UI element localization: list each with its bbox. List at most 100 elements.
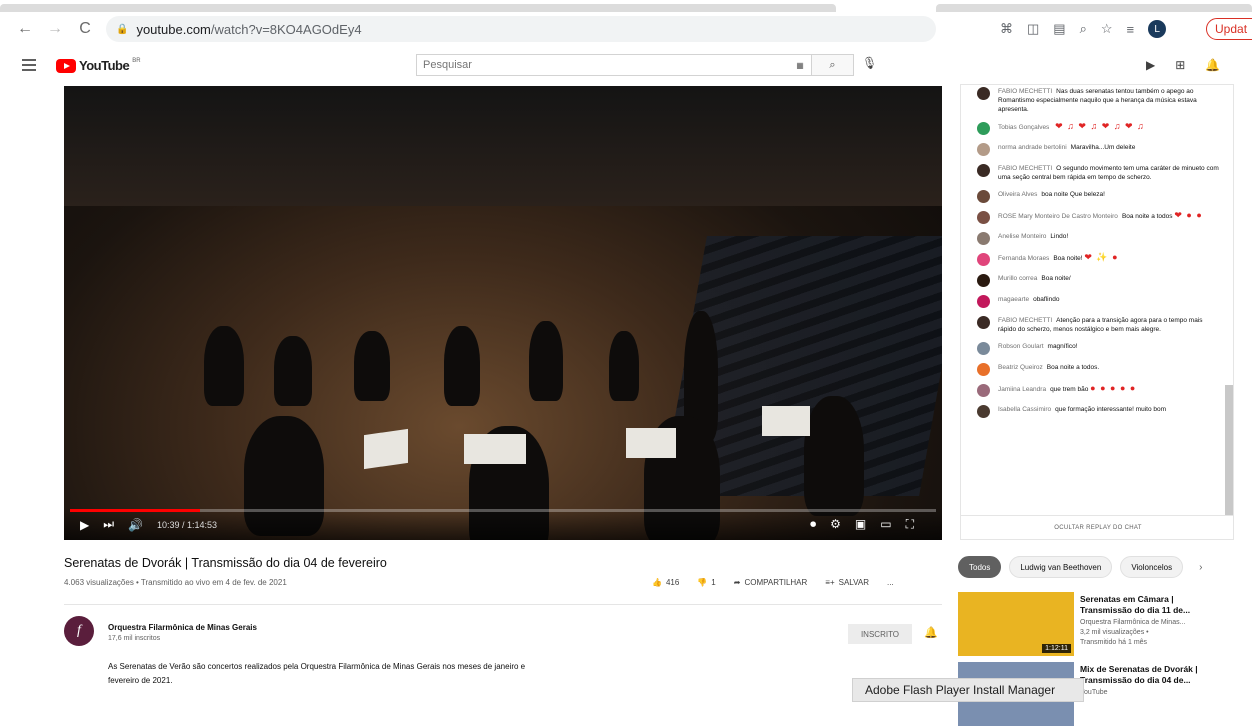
more-button[interactable]: ... bbox=[887, 578, 894, 587]
chat-author[interactable]: norma andrade bertolini bbox=[998, 144, 1067, 151]
chat-author[interactable]: Anelise Monteiro bbox=[998, 233, 1046, 240]
save-button[interactable]: ≡+ SALVAR bbox=[825, 578, 869, 587]
chip-cellos[interactable]: Violoncelos bbox=[1120, 556, 1184, 578]
chat-message: norma andrade bertolini Maravilha...Um de… bbox=[961, 143, 1225, 156]
address-bar[interactable]: 🔒 youtube.com /watch?v=8KO4AGOdEy4 bbox=[106, 16, 936, 42]
youtube-header: YouTube BR ▦ ⌕ 🎙 ▶ ⊞ 🔔 bbox=[0, 48, 1252, 84]
search-box: ▦ bbox=[416, 54, 812, 76]
reading-list-icon[interactable]: ≡ bbox=[1127, 22, 1135, 37]
chat-avatar[interactable] bbox=[977, 253, 990, 266]
theater-mode-icon[interactable]: ▭ bbox=[880, 517, 891, 532]
chat-author[interactable]: Oliveira Alves bbox=[998, 191, 1037, 198]
browser-tab[interactable] bbox=[0, 4, 836, 12]
search-button[interactable]: ⌕ bbox=[812, 54, 854, 76]
chat-avatar[interactable] bbox=[977, 363, 990, 376]
keyboard-icon[interactable]: ▦ bbox=[789, 55, 811, 75]
chip-beethoven[interactable]: Ludwig van Beethoven bbox=[1009, 556, 1113, 578]
chat-author[interactable]: ROSE Mary Monteiro De Castro Monteiro bbox=[998, 213, 1118, 220]
chat-author[interactable]: FABIO MECHETTI bbox=[998, 88, 1052, 95]
extension-icon[interactable]: ▤ bbox=[1053, 21, 1065, 37]
reload-button[interactable]: C bbox=[72, 16, 98, 42]
menu-icon[interactable] bbox=[22, 59, 36, 71]
chat-author[interactable]: Fernanda Moraes bbox=[998, 255, 1049, 262]
video-frame-musician bbox=[529, 321, 563, 401]
update-button[interactable]: Updat bbox=[1206, 18, 1252, 40]
progress-bar[interactable] bbox=[70, 509, 936, 512]
related-views: 3,2 mil visualizações • bbox=[1080, 629, 1149, 636]
chat-message-body: magaearte obaflindo bbox=[998, 295, 1059, 308]
share-icon: ➦ bbox=[733, 578, 741, 587]
profile-avatar[interactable]: L bbox=[1148, 20, 1167, 38]
chat-author[interactable]: Robson Goulart bbox=[998, 343, 1044, 350]
chat-author[interactable]: FABIO MECHETTI bbox=[998, 317, 1052, 324]
chat-author[interactable]: Tobias Gonçalves bbox=[998, 124, 1049, 131]
related-video-title[interactable]: Mix de Serenatas de Dvorák | Transmissão… bbox=[1080, 664, 1220, 686]
chip-all[interactable]: Todos bbox=[958, 556, 1002, 578]
chat-author[interactable]: magaearte bbox=[998, 296, 1029, 303]
chat-avatar[interactable] bbox=[977, 87, 990, 100]
chat-avatar[interactable] bbox=[977, 405, 990, 418]
chat-avatar[interactable] bbox=[977, 232, 990, 245]
player-controls-right: ⏺ ⚙ ▣ ▭ ⛶ bbox=[810, 517, 914, 532]
subscribe-button[interactable]: INSCRITO bbox=[848, 624, 912, 644]
like-button[interactable]: 👍 416 bbox=[652, 578, 679, 587]
chat-avatar[interactable] bbox=[977, 274, 990, 287]
chat-author[interactable]: Beatriz Queiroz bbox=[998, 364, 1043, 371]
miniplayer-icon[interactable]: ▣ bbox=[855, 517, 866, 532]
extension-icon[interactable]: ⌘ bbox=[1000, 21, 1013, 37]
chat-message-body: Jamiina Leandra que trem bão ● ● ● ● ● bbox=[998, 384, 1136, 397]
chat-text: Maravilha...Um deleite bbox=[1070, 144, 1136, 151]
chat-avatar[interactable] bbox=[977, 384, 990, 397]
chat-scrollbar[interactable] bbox=[1225, 385, 1233, 515]
settings-gear-icon[interactable]: ⚙ bbox=[830, 517, 841, 532]
chat-avatar[interactable] bbox=[977, 122, 990, 135]
next-icon[interactable]: ⏭ bbox=[103, 517, 114, 532]
notification-bell-icon[interactable]: 🔔 bbox=[924, 626, 938, 639]
create-video-icon[interactable]: ▶ bbox=[1146, 58, 1155, 72]
video-frame-wall bbox=[64, 86, 942, 206]
header-actions: ▶ ⊞ 🔔 bbox=[1146, 58, 1220, 72]
thumbs-up-icon: 👍 bbox=[652, 578, 662, 587]
chat-author[interactable]: FABIO MECHETTI bbox=[998, 165, 1052, 172]
chat-avatar[interactable] bbox=[977, 316, 990, 329]
channel-avatar[interactable]: f bbox=[64, 616, 94, 646]
notifications-bell-icon[interactable]: 🔔 bbox=[1205, 58, 1220, 72]
chat-emoji: ❤ ♫ ❤ ♫ ❤ ♫ ❤ ♫ bbox=[1055, 121, 1145, 131]
player-controls-left: ▶ ⏭ 🔊 10:39 / 1:14:53 bbox=[80, 517, 217, 532]
apps-grid-icon[interactable]: ⊞ bbox=[1175, 58, 1185, 72]
youtube-logo[interactable]: YouTube BR bbox=[56, 58, 141, 73]
chat-avatar[interactable] bbox=[977, 164, 990, 177]
bookmark-star-icon[interactable]: ☆ bbox=[1101, 21, 1113, 37]
extension-icon[interactable]: ◫ bbox=[1027, 21, 1039, 37]
flash-installer-taskbar[interactable]: Adobe Flash Player Install Manager bbox=[852, 678, 1084, 702]
zoom-icon[interactable]: ⌕ bbox=[1080, 21, 1087, 37]
browser-toolbar: ← → C 🔒 youtube.com /watch?v=8KO4AGOdEy4… bbox=[0, 12, 1252, 46]
related-video[interactable]: 1:12:11 Serenatas em Câmara | Transmissã… bbox=[958, 592, 1238, 658]
share-button[interactable]: ➦ COMPARTILHAR bbox=[734, 578, 808, 587]
play-icon[interactable]: ▶ bbox=[80, 518, 89, 532]
channel-name[interactable]: Orquestra Filarmônica de Minas Gerais bbox=[108, 623, 257, 632]
chat-author[interactable]: Isabella Cassimiro bbox=[998, 406, 1051, 413]
chat-avatar[interactable] bbox=[977, 342, 990, 355]
chat-avatar[interactable] bbox=[977, 211, 990, 224]
hide-chat-button[interactable]: OCULTAR REPLAY DO CHAT bbox=[961, 515, 1233, 539]
video-player[interactable]: ▶ ⏭ 🔊 10:39 / 1:14:53 ⏺ ⚙ ▣ ▭ ⛶ bbox=[64, 86, 942, 540]
forward-button[interactable]: → bbox=[42, 16, 68, 42]
microphone-icon[interactable]: 🎙 bbox=[862, 56, 877, 70]
volume-icon[interactable]: 🔊 bbox=[128, 518, 143, 532]
video-frame-musician bbox=[804, 396, 864, 516]
chat-author[interactable]: Murillo correa bbox=[998, 275, 1037, 282]
fullscreen-icon[interactable]: ⛶ bbox=[906, 517, 914, 532]
search-input[interactable] bbox=[417, 55, 789, 75]
chat-avatar[interactable] bbox=[977, 143, 990, 156]
chat-avatar[interactable] bbox=[977, 190, 990, 203]
back-button[interactable]: ← bbox=[12, 16, 38, 42]
chat-author[interactable]: Jamiina Leandra bbox=[998, 386, 1046, 393]
dislike-button[interactable]: 👎 1 bbox=[697, 578, 715, 587]
autoplay-toggle-icon[interactable]: ⏺ bbox=[810, 517, 816, 532]
chevron-right-icon[interactable]: › bbox=[1199, 562, 1202, 573]
browser-tab[interactable] bbox=[936, 4, 1252, 12]
video-thumbnail[interactable]: 1:12:11 bbox=[958, 592, 1074, 656]
chat-avatar[interactable] bbox=[977, 295, 990, 308]
related-video-title[interactable]: Serenatas em Câmara | Transmissão do dia… bbox=[1080, 594, 1220, 616]
